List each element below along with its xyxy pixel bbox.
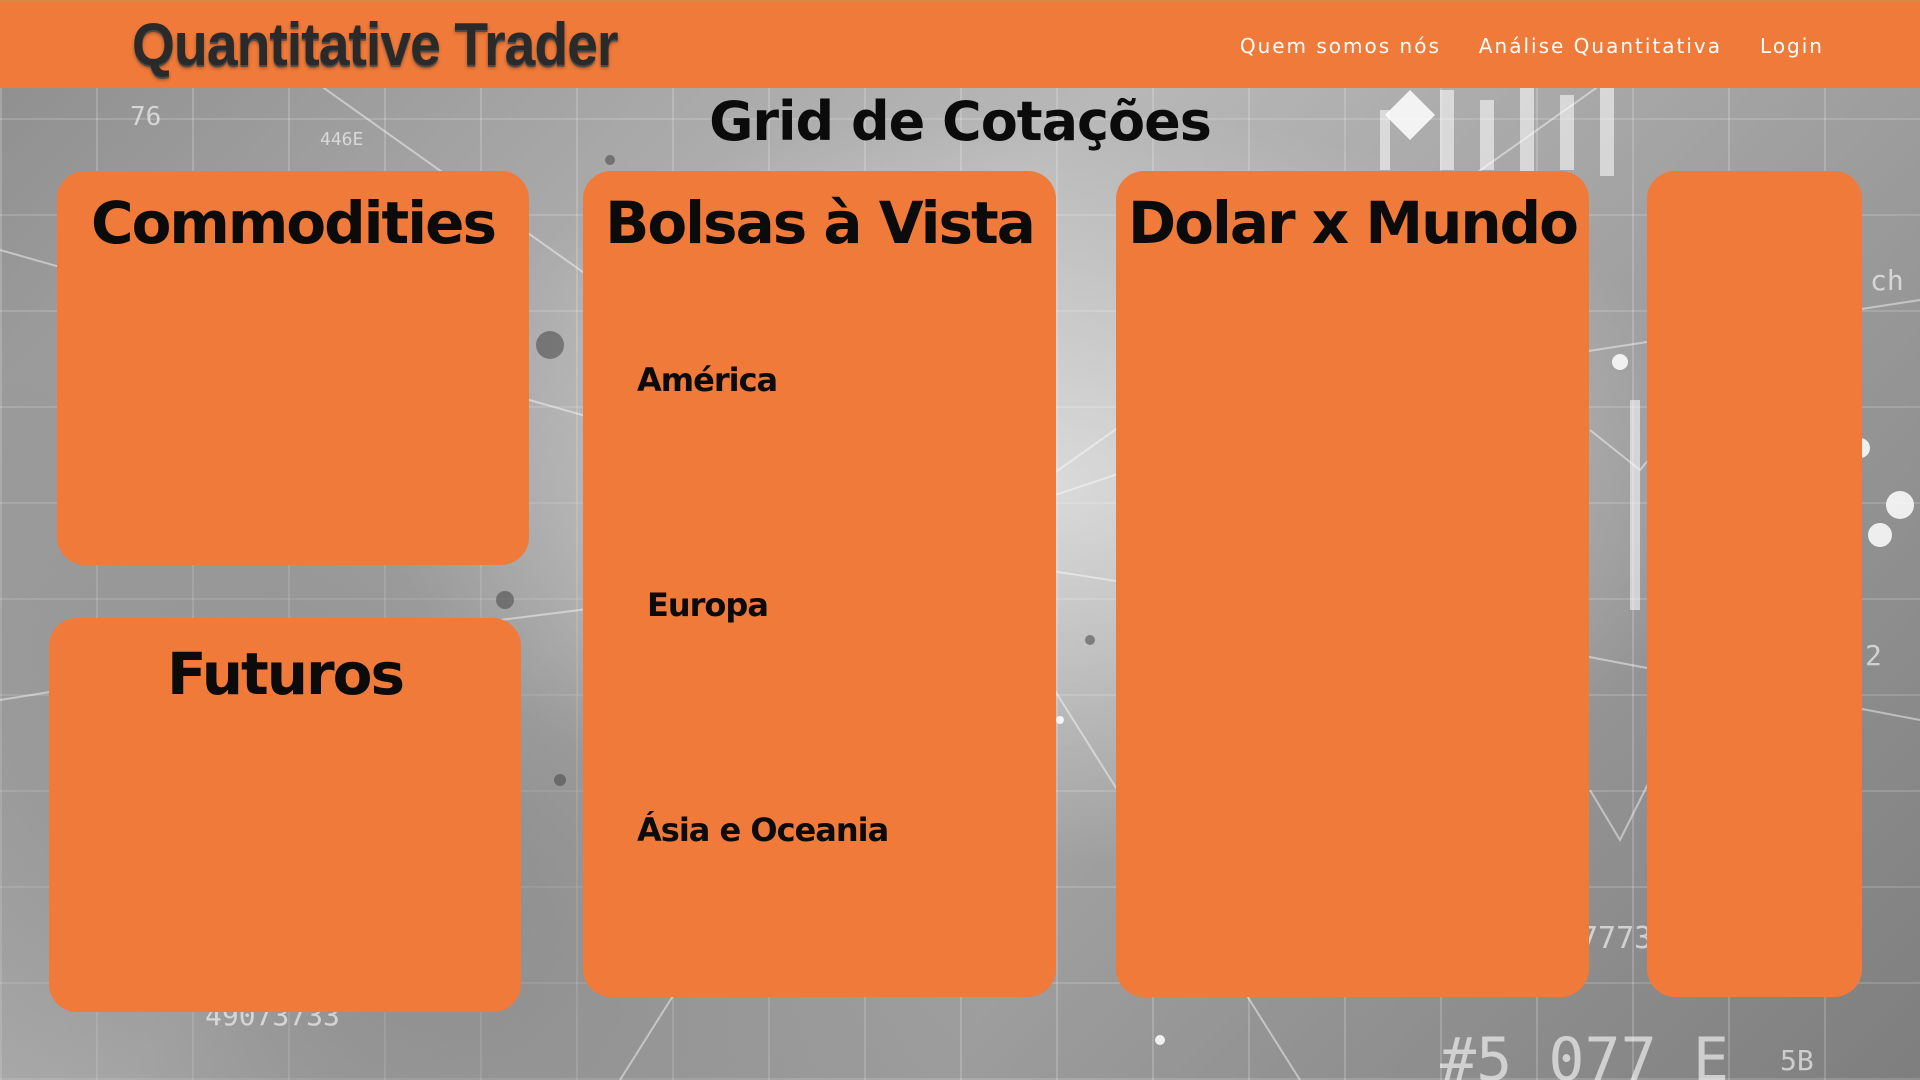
nav-link-login[interactable]: Login (1760, 34, 1824, 58)
card-extra (1647, 171, 1862, 997)
section-label-asia-oceania: Ásia e Oceania (637, 811, 889, 849)
card-dolar-x-mundo: Dolar x Mundo (1116, 171, 1589, 997)
nav-link-analise-quantitativa[interactable]: Análise Quantitativa (1479, 34, 1722, 58)
card-futuros: Futuros (49, 618, 521, 1012)
card-title-futuros: Futuros (166, 640, 405, 708)
main-nav: Quem somos nós Análise Quantitativa Logi… (1240, 34, 1824, 58)
svg-text:5B: 5B (1780, 1044, 1814, 1077)
svg-text:ch: ch (1870, 264, 1904, 297)
section-label-europa: Europa (647, 586, 769, 624)
page-title: Grid de Cotações (709, 90, 1212, 153)
site-logo[interactable]: Quantitative Trader (132, 10, 619, 79)
card-title-bolsas-a-vista: Bolsas à Vista (605, 189, 1036, 257)
card-title-commodities: Commodities (91, 189, 497, 257)
card-title-dolar-x-mundo: Dolar x Mundo (1127, 189, 1579, 257)
nav-link-quem-somos[interactable]: Quem somos nós (1240, 34, 1441, 58)
card-bolsas-a-vista: Bolsas à Vista América Europa Ásia e Oce… (583, 171, 1056, 997)
svg-text:2: 2 (1865, 639, 1882, 672)
top-navigation-bar: Quantitative Trader Quem somos nós Análi… (0, 0, 1920, 88)
section-label-america: América (637, 361, 778, 399)
svg-text:7773: 7773 (1580, 921, 1652, 956)
svg-text:#5 077 E: #5 077 E (1440, 1025, 1729, 1080)
card-commodities: Commodities (57, 171, 529, 565)
